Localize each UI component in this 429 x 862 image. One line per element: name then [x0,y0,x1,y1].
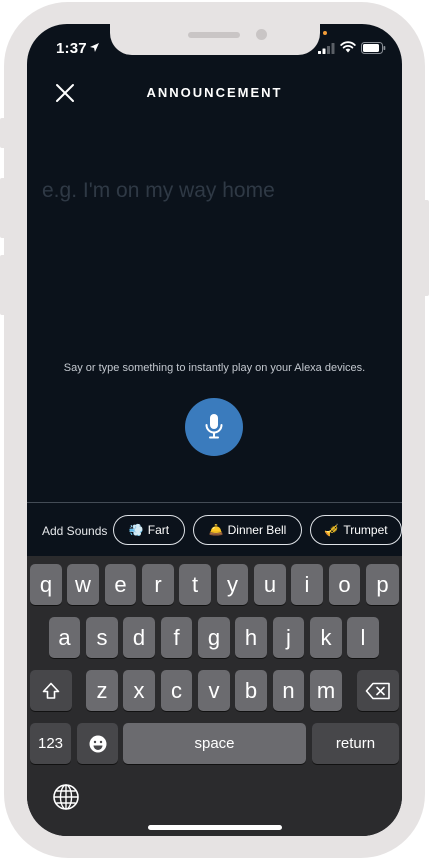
add-sounds-label: Add Sounds [42,524,108,538]
emoji-icon [89,735,106,752]
numbers-key[interactable]: 123 [30,723,71,764]
emoji-key[interactable] [77,723,118,764]
globe-icon [53,784,79,810]
globe-button[interactable] [52,783,80,816]
power-button [423,200,429,296]
phone-screen: 1:37 ANNOUNCEMENT Say or type something … [27,24,402,836]
key-u[interactable]: u [254,564,286,605]
sound-chip-label: Trumpet [343,523,388,537]
hint-text: Say or type something to instantly play … [63,362,366,374]
speaker-grille [188,32,240,38]
keyboard: q w e r t y u i o p a s d f g h j k l z … [27,556,402,836]
home-indicator[interactable] [148,825,282,830]
key-n[interactable]: n [273,670,304,711]
bell-icon: 🛎️ [208,523,224,537]
delete-key[interactable] [357,670,399,711]
volume-down-button [0,255,6,315]
key-v[interactable]: v [198,670,230,711]
key-j[interactable]: j [273,617,304,658]
wind-icon: 💨 [128,523,144,537]
key-w[interactable]: w [67,564,99,605]
page-title: ANNOUNCEMENT [146,85,283,100]
microphone-button[interactable] [185,398,243,456]
front-camera [256,29,267,40]
mute-switch [0,118,6,148]
sound-chip-label: Fart [147,523,170,537]
key-g[interactable]: g [198,617,230,658]
shift-key[interactable] [30,670,72,711]
key-x[interactable]: x [123,670,155,711]
mic-in-use-indicator [323,31,327,35]
key-e[interactable]: e [105,564,136,605]
key-f[interactable]: f [161,617,192,658]
backspace-icon [365,682,390,699]
location-arrow-icon [90,43,99,52]
divider [27,502,402,503]
key-m[interactable]: m [310,670,342,711]
sound-chip-trumpet[interactable]: 🎺 Trumpet [310,515,402,545]
key-b[interactable]: b [235,670,267,711]
sound-chip-label: Dinner Bell [227,523,287,537]
trumpet-icon: 🎺 [324,523,340,537]
microphone-icon [205,414,223,439]
key-s[interactable]: s [86,617,118,658]
key-k[interactable]: k [310,617,342,658]
key-z[interactable]: z [86,670,118,711]
battery-icon [361,42,386,54]
key-t[interactable]: t [179,564,211,605]
space-key[interactable]: space [123,723,306,764]
key-c[interactable]: c [161,670,192,711]
key-a[interactable]: a [49,617,80,658]
key-r[interactable]: r [142,564,174,605]
volume-up-button [0,178,6,238]
shift-icon [42,682,60,699]
key-p[interactable]: p [366,564,399,605]
cellular-signal-icon [318,43,335,54]
wifi-icon [340,41,356,53]
key-y[interactable]: y [217,564,248,605]
return-key[interactable]: return [312,723,399,764]
sound-chip-fart[interactable]: 💨 Fart [113,515,185,545]
announcement-input[interactable] [42,174,382,208]
notch [110,24,320,55]
key-l[interactable]: l [347,617,379,658]
sound-chip-dinner-bell[interactable]: 🛎️ Dinner Bell [193,515,302,545]
key-h[interactable]: h [235,617,267,658]
status-time: 1:37 [56,40,87,57]
key-i[interactable]: i [291,564,323,605]
key-o[interactable]: o [329,564,360,605]
key-d[interactable]: d [123,617,155,658]
key-q[interactable]: q [30,564,62,605]
